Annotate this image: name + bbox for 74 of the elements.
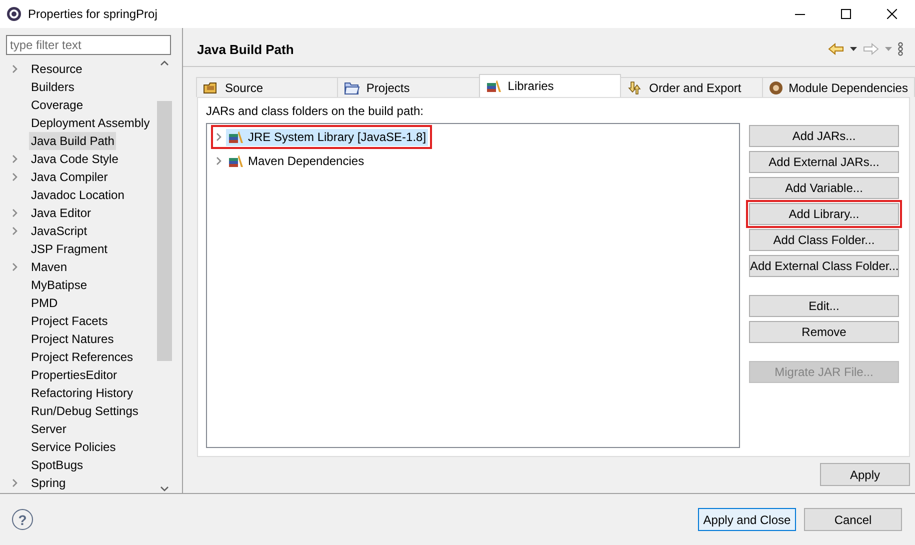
- sidebar-item[interactable]: Project References: [29, 348, 136, 366]
- sidebar-item[interactable]: PMD: [29, 294, 60, 312]
- back-arrow-icon[interactable]: [828, 43, 844, 55]
- dropdown-caret-icon[interactable]: [850, 47, 857, 51]
- sidebar-item[interactable]: Java Build Path: [29, 132, 116, 150]
- sidebar-item[interactable]: Java Editor: [29, 204, 94, 222]
- page-title: Java Build Path: [197, 42, 295, 56]
- sidebar-item[interactable]: Maven: [29, 258, 70, 276]
- chevron-right-icon[interactable]: [215, 132, 223, 142]
- scroll-up-icon: [160, 60, 168, 66]
- action-button[interactable]: Add External JARs...: [749, 151, 899, 173]
- scrollbar-thumb[interactable]: [156, 101, 172, 361]
- library-list[interactable]: JRE System Library [JavaSE-1.8] Maven Dependencies: [206, 123, 740, 448]
- chevron-right-icon[interactable]: [10, 154, 20, 164]
- folder-icon: [344, 80, 360, 94]
- sidebar-item[interactable]: MyBatipse: [29, 276, 90, 294]
- sidebar-item[interactable]: Javadoc Location: [29, 186, 126, 204]
- tab[interactable]: Order and Export: [620, 77, 763, 97]
- books-icon: [486, 79, 502, 93]
- chevron-right-icon[interactable]: [10, 208, 20, 218]
- action-button[interactable]: Add Class Folder...: [749, 229, 899, 251]
- sidebar-item[interactable]: Project Facets: [29, 312, 110, 330]
- scroll-down-icon: [160, 486, 168, 492]
- dialog-button[interactable]: Cancel: [804, 508, 902, 531]
- apply-button[interactable]: Apply: [820, 463, 910, 486]
- sidebar-item[interactable]: Java Compiler: [29, 168, 110, 186]
- window-title: Properties for springProj: [28, 7, 158, 21]
- books-icon: [228, 130, 244, 144]
- sidebar-item[interactable]: Builders: [29, 78, 76, 96]
- scrollbar[interactable]: [156, 60, 172, 492]
- library-label: Maven Dependencies: [248, 152, 364, 170]
- action-button[interactable]: Add Variable...: [749, 177, 899, 199]
- chevron-right-icon[interactable]: [10, 262, 20, 272]
- action-button[interactable]: Add JARs...: [749, 125, 899, 147]
- tab[interactable]: Libraries: [478, 74, 622, 97]
- package-folder-icon: [203, 80, 219, 94]
- tab[interactable]: Module Dependencies: [762, 77, 915, 97]
- action-button[interactable]: Add External Class Folder...: [749, 255, 899, 277]
- tab[interactable]: Source: [196, 77, 338, 97]
- arrows-icon: [627, 80, 644, 94]
- sidebar-item[interactable]: Service Policies: [29, 438, 118, 456]
- tab[interactable]: Projects: [337, 77, 480, 97]
- books-icon: [228, 154, 244, 168]
- chevron-right-icon[interactable]: [10, 64, 20, 74]
- sidebar-item[interactable]: PropertiesEditor: [29, 366, 120, 384]
- module-icon: [768, 80, 783, 94]
- sidebar-item[interactable]: Refactoring History: [29, 384, 136, 402]
- dialog-button[interactable]: Apply and Close: [698, 508, 796, 531]
- chevron-right-icon[interactable]: [10, 478, 20, 488]
- forward-arrow-icon[interactable]: [863, 43, 879, 55]
- list-label: JARs and class folders on the build path:: [206, 104, 424, 118]
- maximize-icon: [841, 9, 851, 19]
- close-icon: [887, 9, 897, 19]
- sidebar-item[interactable]: Run/Debug Settings: [29, 402, 140, 420]
- more-options-icon[interactable]: [898, 42, 903, 56]
- sidebar-item[interactable]: SpotBugs: [29, 456, 86, 474]
- action-button[interactable]: Add Library...: [749, 203, 899, 225]
- chevron-right-icon[interactable]: [10, 226, 20, 236]
- help-button[interactable]: ?: [12, 509, 33, 530]
- sidebar-item[interactable]: JavaScript: [29, 222, 90, 240]
- sidebar-item[interactable]: Coverage: [29, 96, 86, 114]
- sidebar-item[interactable]: JSP Fragment: [29, 240, 110, 258]
- sidebar-item[interactable]: Java Code Style: [29, 150, 120, 168]
- chevron-right-icon[interactable]: [10, 172, 20, 182]
- sidebar-item[interactable]: Spring: [29, 474, 68, 492]
- chevron-right-icon[interactable]: [215, 156, 223, 166]
- sidebar-item[interactable]: Server: [29, 420, 68, 438]
- sidebar-item[interactable]: Resource: [29, 60, 84, 78]
- sidebar-item[interactable]: Deployment Assembly: [29, 114, 152, 132]
- action-button[interactable]: Remove: [749, 321, 899, 343]
- action-button[interactable]: Edit...: [749, 295, 899, 317]
- sidebar-item[interactable]: Project Natures: [29, 330, 116, 348]
- library-item[interactable]: Maven Dependencies: [226, 152, 366, 170]
- filter-field[interactable]: type filter text: [6, 35, 171, 55]
